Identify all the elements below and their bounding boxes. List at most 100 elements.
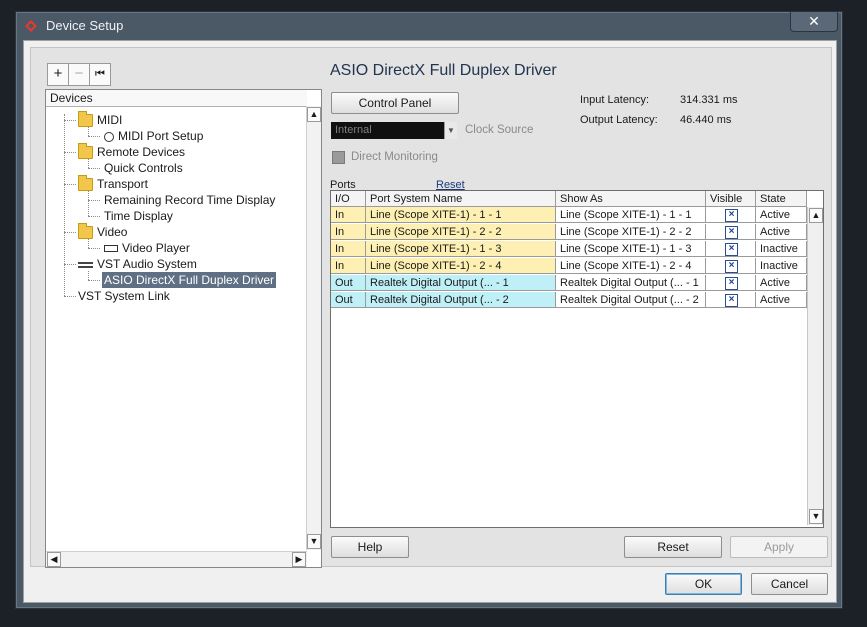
table-cell-visible: ×	[706, 207, 756, 223]
tree-line	[64, 296, 76, 297]
scroll-up-icon[interactable]: ▲	[307, 107, 321, 122]
table-cell-io: In	[331, 241, 366, 257]
clock-source-value: Internal	[335, 124, 372, 136]
table-cell-name: Realtek Digital Output (... - 1	[366, 275, 556, 291]
visible-checkbox[interactable]: ×	[725, 209, 738, 222]
direct-monitoring-checkbox[interactable]	[332, 151, 345, 164]
table-cell-visible: ×	[706, 258, 756, 274]
ports-table-scrollbar[interactable]: ▲ ▼	[807, 207, 823, 525]
direct-monitoring-label: Direct Monitoring	[351, 151, 438, 163]
table-cell-state: Inactive	[756, 241, 807, 257]
tree-item-midi[interactable]: MIDI	[78, 111, 122, 128]
add-device-button[interactable]: +	[47, 63, 69, 86]
tree-item-quick-controls[interactable]: Quick Controls	[104, 160, 183, 176]
folder-icon	[78, 111, 93, 128]
tree-item-label: Time Display	[104, 209, 173, 223]
table-cell-state: Active	[756, 292, 807, 308]
table-cell-visible: ×	[706, 241, 756, 257]
visible-checkbox[interactable]: ×	[725, 243, 738, 256]
visible-checkbox[interactable]: ×	[725, 277, 738, 290]
clock-source-select[interactable]: Internal ▼	[331, 122, 457, 139]
close-button[interactable]: ✕	[790, 12, 838, 32]
apply-button[interactable]: Apply	[730, 536, 828, 558]
visible-checkbox[interactable]: ×	[725, 294, 738, 307]
control-panel-button[interactable]: Control Panel	[331, 92, 459, 114]
tree-line	[88, 280, 100, 281]
tree-line	[88, 248, 100, 249]
tree-item-label: Quick Controls	[104, 161, 183, 175]
tree-line	[64, 152, 76, 153]
tree-line	[88, 239, 89, 248]
tree-item-label: VST System Link	[78, 289, 170, 303]
tree-item-label: ASIO DirectX Full Duplex Driver	[104, 273, 275, 287]
help-button[interactable]: Help	[331, 536, 409, 558]
remove-device-button[interactable]: −	[68, 63, 90, 86]
tree-item-label: Remote Devices	[97, 145, 186, 159]
column-header-visible[interactable]: Visible	[706, 191, 756, 207]
table-cell-name: Realtek Digital Output (... - 2	[366, 292, 556, 308]
tree-item-label: MIDI Port Setup	[118, 129, 204, 143]
tree-line	[88, 191, 89, 216]
table-cell-io: In	[331, 224, 366, 240]
tree-item-video[interactable]: Video	[78, 223, 128, 240]
content-area: + − ⏮ Devices MIDI MIDI Port Setup Remot…	[30, 47, 832, 568]
tree-vertical-scrollbar[interactable]: ▲ ▼	[306, 106, 321, 550]
tree-item-remote-devices[interactable]: Remote Devices	[78, 143, 186, 160]
table-cell-show-as[interactable]: Line (Scope XITE-1) - 1 - 1	[556, 207, 706, 223]
clock-source-label: Clock Source	[465, 124, 534, 136]
tree-item-label: Transport	[97, 177, 148, 191]
column-header-state[interactable]: State	[756, 191, 807, 207]
tree-horizontal-scrollbar[interactable]: ◀ ▶	[46, 551, 307, 567]
tree-item-label: Remaining Record Time Display	[104, 193, 276, 207]
tree-line	[64, 184, 76, 185]
table-cell-visible: ×	[706, 224, 756, 240]
tree-line	[64, 120, 76, 121]
reset-button[interactable]: Reset	[624, 536, 722, 558]
title-bar[interactable]: Device Setup ✕	[16, 12, 842, 40]
table-cell-show-as[interactable]: Line (Scope XITE-1) - 2 - 2	[556, 224, 706, 240]
tree-item-remaining-record-time[interactable]: Remaining Record Time Display	[104, 192, 275, 208]
table-cell-show-as[interactable]: Realtek Digital Output (... - 1	[556, 275, 706, 291]
tree-item-transport[interactable]: Transport	[78, 175, 148, 192]
tree-item-video-player[interactable]: Video Player	[104, 240, 190, 256]
tree-line	[64, 114, 65, 296]
column-header-show-as[interactable]: Show As	[556, 191, 706, 207]
visible-checkbox[interactable]: ×	[725, 226, 738, 239]
tree-item-time-display[interactable]: Time Display	[104, 208, 173, 224]
table-cell-state: Active	[756, 275, 807, 291]
tree-line	[88, 200, 100, 201]
reset-device-button[interactable]: ⏮	[89, 63, 111, 86]
table-cell-show-as[interactable]: Realtek Digital Output (... - 2	[556, 292, 706, 308]
tree-item-label: Video Player	[122, 241, 190, 255]
output-latency-value: 46.440 ms	[680, 114, 732, 126]
tree-line	[88, 127, 89, 136]
table-cell-show-as[interactable]: Line (Scope XITE-1) - 1 - 3	[556, 241, 706, 257]
scroll-up-icon[interactable]: ▲	[809, 208, 823, 223]
table-cell-visible: ×	[706, 275, 756, 291]
tree-item-vst-system-link[interactable]: VST System Link	[78, 288, 170, 304]
cubase-logo-icon	[25, 20, 37, 32]
scroll-down-icon[interactable]: ▼	[307, 534, 321, 549]
chevron-down-icon[interactable]: ▼	[444, 122, 457, 139]
visible-checkbox[interactable]: ×	[725, 260, 738, 273]
table-cell-show-as[interactable]: Line (Scope XITE-1) - 2 - 4	[556, 258, 706, 274]
tree-header: Devices	[46, 90, 307, 107]
scroll-down-icon[interactable]: ▼	[809, 509, 823, 524]
window-title: Device Setup	[46, 18, 124, 33]
scroll-left-icon[interactable]: ◀	[47, 552, 61, 567]
cancel-button[interactable]: Cancel	[751, 573, 828, 595]
tree-item-vst-audio-system[interactable]: VST Audio System	[78, 256, 197, 272]
column-header-port-system-name[interactable]: Port System Name	[366, 191, 556, 207]
ports-table: I/O Port System Name Show As Visible Sta…	[330, 190, 824, 528]
tree-line	[88, 159, 89, 168]
scroll-right-icon[interactable]: ▶	[292, 552, 306, 567]
column-header-io[interactable]: I/O	[331, 191, 366, 207]
folder-icon	[78, 175, 93, 192]
tree-line	[88, 168, 100, 169]
ok-button[interactable]: OK	[665, 573, 742, 595]
tree-item-asio-directx-driver[interactable]: ASIO DirectX Full Duplex Driver	[102, 272, 277, 288]
tree-item-midi-port-setup[interactable]: MIDI Port Setup	[104, 128, 203, 144]
table-cell-name: Line (Scope XITE-1) - 1 - 1	[366, 207, 556, 223]
video-player-icon	[104, 245, 118, 253]
tree-item-label: Video	[97, 225, 128, 239]
